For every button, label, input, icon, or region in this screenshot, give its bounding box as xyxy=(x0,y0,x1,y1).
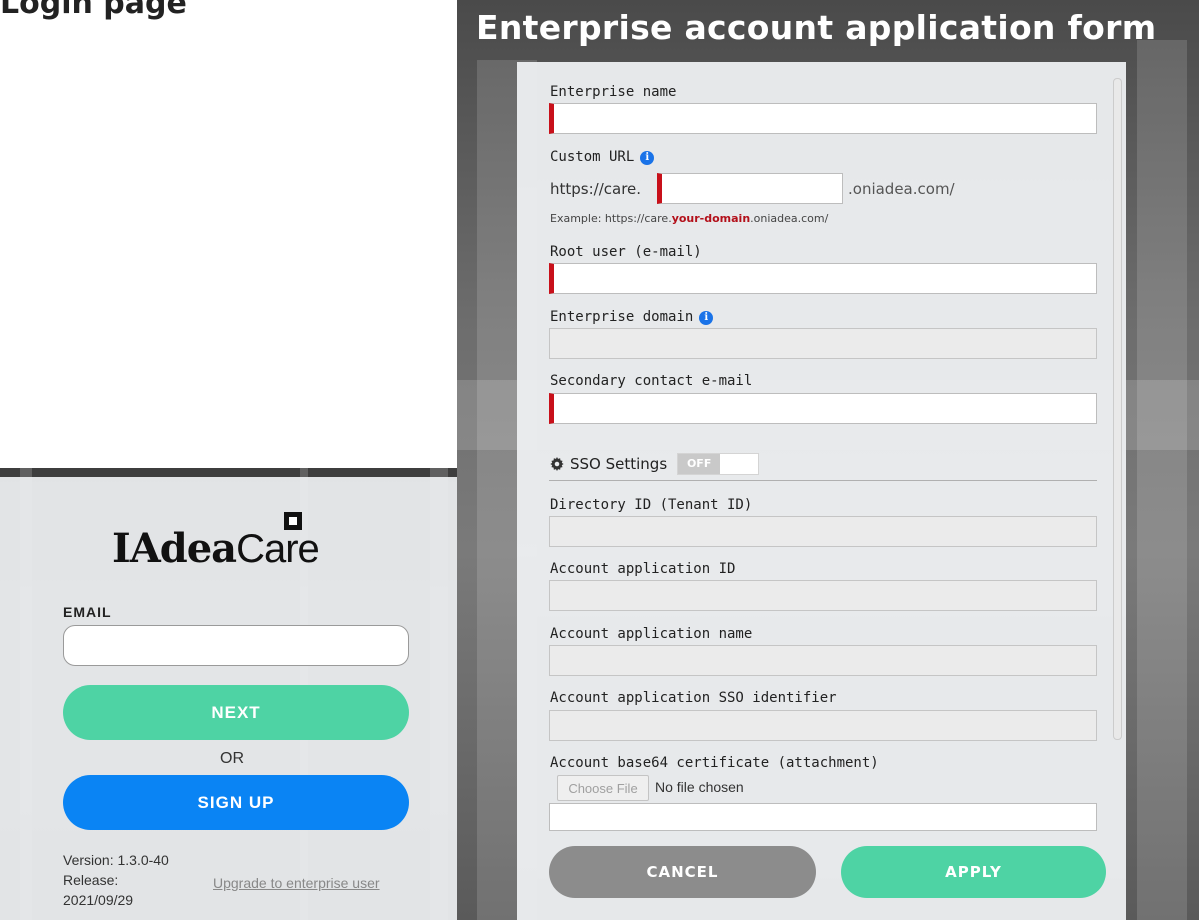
version-text: Version: 1.3.0-40 xyxy=(63,852,169,868)
sso-settings-header: SSO Settings OFF xyxy=(550,453,760,475)
application-name-input[interactable] xyxy=(549,645,1097,676)
sso-toggle-state: OFF xyxy=(678,454,721,474)
next-button[interactable]: NEXT xyxy=(63,685,409,740)
sso-toggle[interactable]: OFF xyxy=(677,453,760,475)
custom-url-label-text: Custom URL xyxy=(550,149,635,165)
application-id-label: Account application ID xyxy=(550,561,736,577)
email-input[interactable] xyxy=(63,625,409,666)
sso-identifier-label: Account application SSO identifier xyxy=(550,690,837,706)
cancel-button[interactable]: CANCEL xyxy=(549,846,816,898)
custom-url-suffix: .oniadea.com/ xyxy=(848,180,955,198)
custom-url-input[interactable] xyxy=(657,173,843,204)
logo-bold: IAdea xyxy=(112,525,237,572)
info-icon[interactable]: i xyxy=(699,311,714,325)
enterprise-name-input[interactable] xyxy=(549,103,1097,134)
root-user-input[interactable] xyxy=(549,263,1097,294)
enterprise-domain-label: Enterprise domain i xyxy=(550,309,714,325)
secondary-contact-input[interactable] xyxy=(549,393,1097,424)
application-name-label: Account application name xyxy=(550,626,753,642)
application-id-input[interactable] xyxy=(549,580,1097,611)
form-title: Enterprise account application form xyxy=(476,8,1157,47)
certificate-label: Account base64 certificate (attachment) xyxy=(550,755,879,771)
gear-icon xyxy=(550,457,564,471)
version-info: Version: 1.3.0-40 Release: 2021/09/29 xyxy=(63,850,169,910)
sso-divider xyxy=(549,480,1097,481)
sign-up-button[interactable]: SIGN UP xyxy=(63,775,409,830)
custom-url-label: Custom URL i xyxy=(550,149,655,165)
custom-url-example: Example: https://care.your-domain.oniade… xyxy=(550,212,828,225)
enterprise-domain-input[interactable] xyxy=(549,328,1097,359)
logo-light: Care xyxy=(236,527,320,571)
directory-id-label: Directory ID (Tenant ID) xyxy=(550,497,753,513)
sso-settings-label: SSO Settings xyxy=(570,455,668,473)
certificate-textarea[interactable] xyxy=(549,803,1097,831)
directory-id-input[interactable] xyxy=(549,516,1097,547)
example-highlight: your-domain xyxy=(671,212,751,225)
root-user-label: Root user (e-mail) xyxy=(550,244,702,260)
logo-mark-icon xyxy=(284,512,302,530)
release-date: 2021/09/29 xyxy=(63,892,134,908)
secondary-contact-label: Secondary contact e-mail xyxy=(550,373,753,389)
email-label: EMAIL xyxy=(63,604,112,620)
apply-button[interactable]: APPLY xyxy=(841,846,1106,898)
sso-identifier-input[interactable] xyxy=(549,710,1097,741)
example-suffix: .oniadea.com/ xyxy=(750,212,829,225)
page-caption: Login page xyxy=(0,0,187,21)
info-icon[interactable]: i xyxy=(640,151,655,165)
form-scrollbar[interactable] xyxy=(1113,78,1122,740)
example-prefix: Example: https://care. xyxy=(550,212,672,225)
choose-file-button[interactable]: Choose File xyxy=(557,775,649,801)
enterprise-name-label: Enterprise name xyxy=(550,84,677,100)
or-separator: OR xyxy=(220,750,244,767)
logo-text: IAdeaCare xyxy=(112,525,320,572)
enterprise-domain-label-text: Enterprise domain xyxy=(550,309,694,325)
upgrade-enterprise-link[interactable]: Upgrade to enterprise user xyxy=(213,872,393,894)
no-file-chosen-text: No file chosen xyxy=(655,779,744,795)
release-label: Release: xyxy=(63,872,119,888)
iadeacare-logo: IAdeaCare xyxy=(112,512,320,582)
custom-url-prefix: https://care. xyxy=(550,180,642,198)
